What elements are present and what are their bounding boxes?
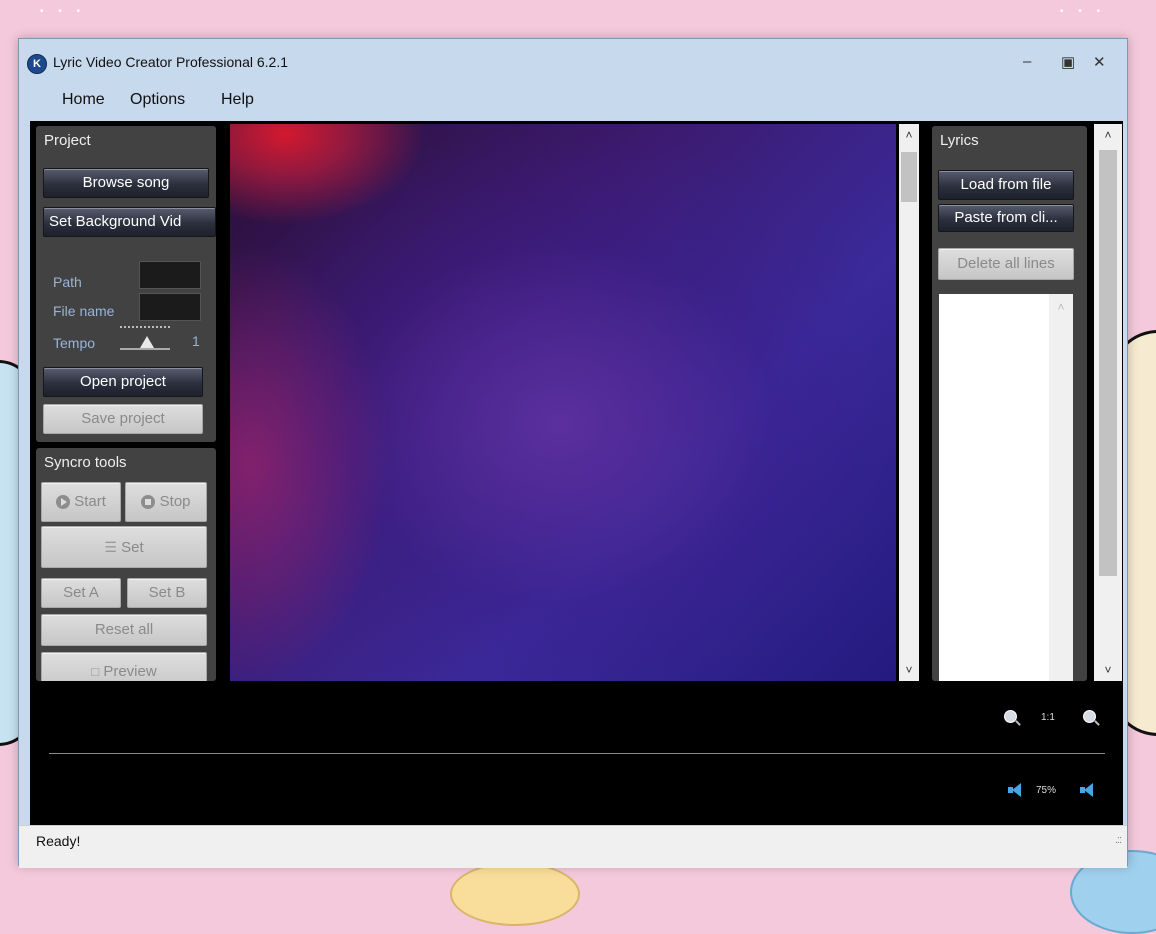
start-button[interactable]: Start [41,482,121,522]
scroll-up-arrow[interactable]: ˄ [1094,128,1122,142]
status-bar: Ready! .:: [19,825,1127,868]
lyrics-list-scrollbar[interactable]: ˄ [1049,294,1073,681]
zoom-in-icon[interactable] [1004,710,1017,723]
video-preview[interactable] [230,124,896,681]
volume-down-icon[interactable] [1080,783,1094,797]
panel-title: Syncro tools [44,454,127,471]
stop-button[interactable]: Stop [125,482,207,522]
main-area: Project Browse song Set Background Vid P… [30,121,1123,825]
project-panel: Project Browse song Set Background Vid P… [36,126,216,442]
lyrics-list[interactable]: ˄ [939,294,1073,681]
delete-all-lines-button[interactable]: Delete all lines [938,248,1074,280]
reset-all-button[interactable]: Reset all [41,614,207,646]
resize-grip[interactable]: .:: [1115,834,1122,846]
path-label: Path [53,274,82,290]
menu-options[interactable]: Options [130,91,185,109]
scroll-down-arrow[interactable]: ˅ [899,663,919,677]
file-name-label: File name [53,303,115,319]
open-project-button[interactable]: Open project [43,367,203,397]
path-field[interactable] [139,261,201,289]
desktop-wallpaper-shape [450,862,580,926]
preview-scrollbar[interactable]: ˄ ˅ [899,124,919,681]
set-button[interactable]: ☰ Set [41,526,207,568]
tempo-label: Tempo [53,335,96,351]
maximize-button[interactable]: ▣ [1061,53,1075,71]
zoom-ratio: 1:1 [1041,712,1055,723]
scroll-down-arrow[interactable]: ˅ [1094,663,1122,677]
tempo-value: 1 [192,333,200,349]
volume-up-icon[interactable] [1008,783,1022,797]
zoom-out-icon[interactable] [1083,710,1096,723]
window-title: Lyric Video Creator Professional 6.2.1 [53,54,289,70]
timeline[interactable]: 1:1 75% [30,687,1123,825]
tempo-slider-ticks [120,326,170,330]
lyrics-panel: Lyrics Load from file Paste from cli... … [932,126,1087,681]
browse-song-button[interactable]: Browse song [43,168,209,198]
save-project-button[interactable]: Save project [43,404,203,434]
timeline-track[interactable] [49,753,1105,754]
set-b-button[interactable]: Set B [127,578,207,608]
preview-button[interactable]: □ Preview [41,652,207,681]
menu-home[interactable]: Home [62,91,105,109]
panel-title: Project [44,132,91,149]
scroll-up-arrow[interactable]: ˄ [1049,300,1073,314]
app-window: K Lyric Video Creator Professional 6.2.1… [18,38,1128,868]
close-button[interactable]: ✕ [1093,53,1106,71]
stop-icon [141,495,156,510]
set-background-video-button[interactable]: Set Background Vid [43,207,216,237]
preview-icon: □ [91,664,100,679]
set-a-button[interactable]: Set A [41,578,121,608]
load-from-file-button[interactable]: Load from file [938,170,1074,200]
lyrics-scrollbar[interactable]: ˄ ˅ [1094,124,1122,681]
menu-help[interactable]: Help [221,91,254,109]
file-name-field[interactable] [139,293,201,321]
start-label: Start [74,493,106,510]
tempo-slider-track [120,348,170,350]
scrollbar-thumb[interactable] [901,152,917,202]
title-bar[interactable]: K Lyric Video Creator Professional 6.2.1… [19,39,1127,83]
paste-from-clipboard-button[interactable]: Paste from cli... [938,204,1074,232]
desktop-decoration: • • • [1060,6,1107,17]
set-icon: ☰ [104,539,117,555]
syncro-tools-panel: Syncro tools Start Stop ☰ Set Set A Set … [36,448,216,681]
panel-title: Lyrics [940,132,979,149]
status-text: Ready! [36,833,81,849]
app-logo-icon: K [27,54,47,74]
desktop-decoration: • • • [40,6,87,17]
minimize-button[interactable]: ‒ [1023,53,1031,70]
start-icon [56,495,71,510]
tempo-slider-thumb[interactable] [140,336,154,348]
set-label: Set [121,539,144,556]
scrollbar-thumb[interactable] [1099,150,1117,576]
stop-label: Stop [159,493,191,510]
volume-level: 75% [1036,785,1057,796]
scroll-up-arrow[interactable]: ˄ [899,128,919,142]
preview-label: Preview [103,663,157,680]
